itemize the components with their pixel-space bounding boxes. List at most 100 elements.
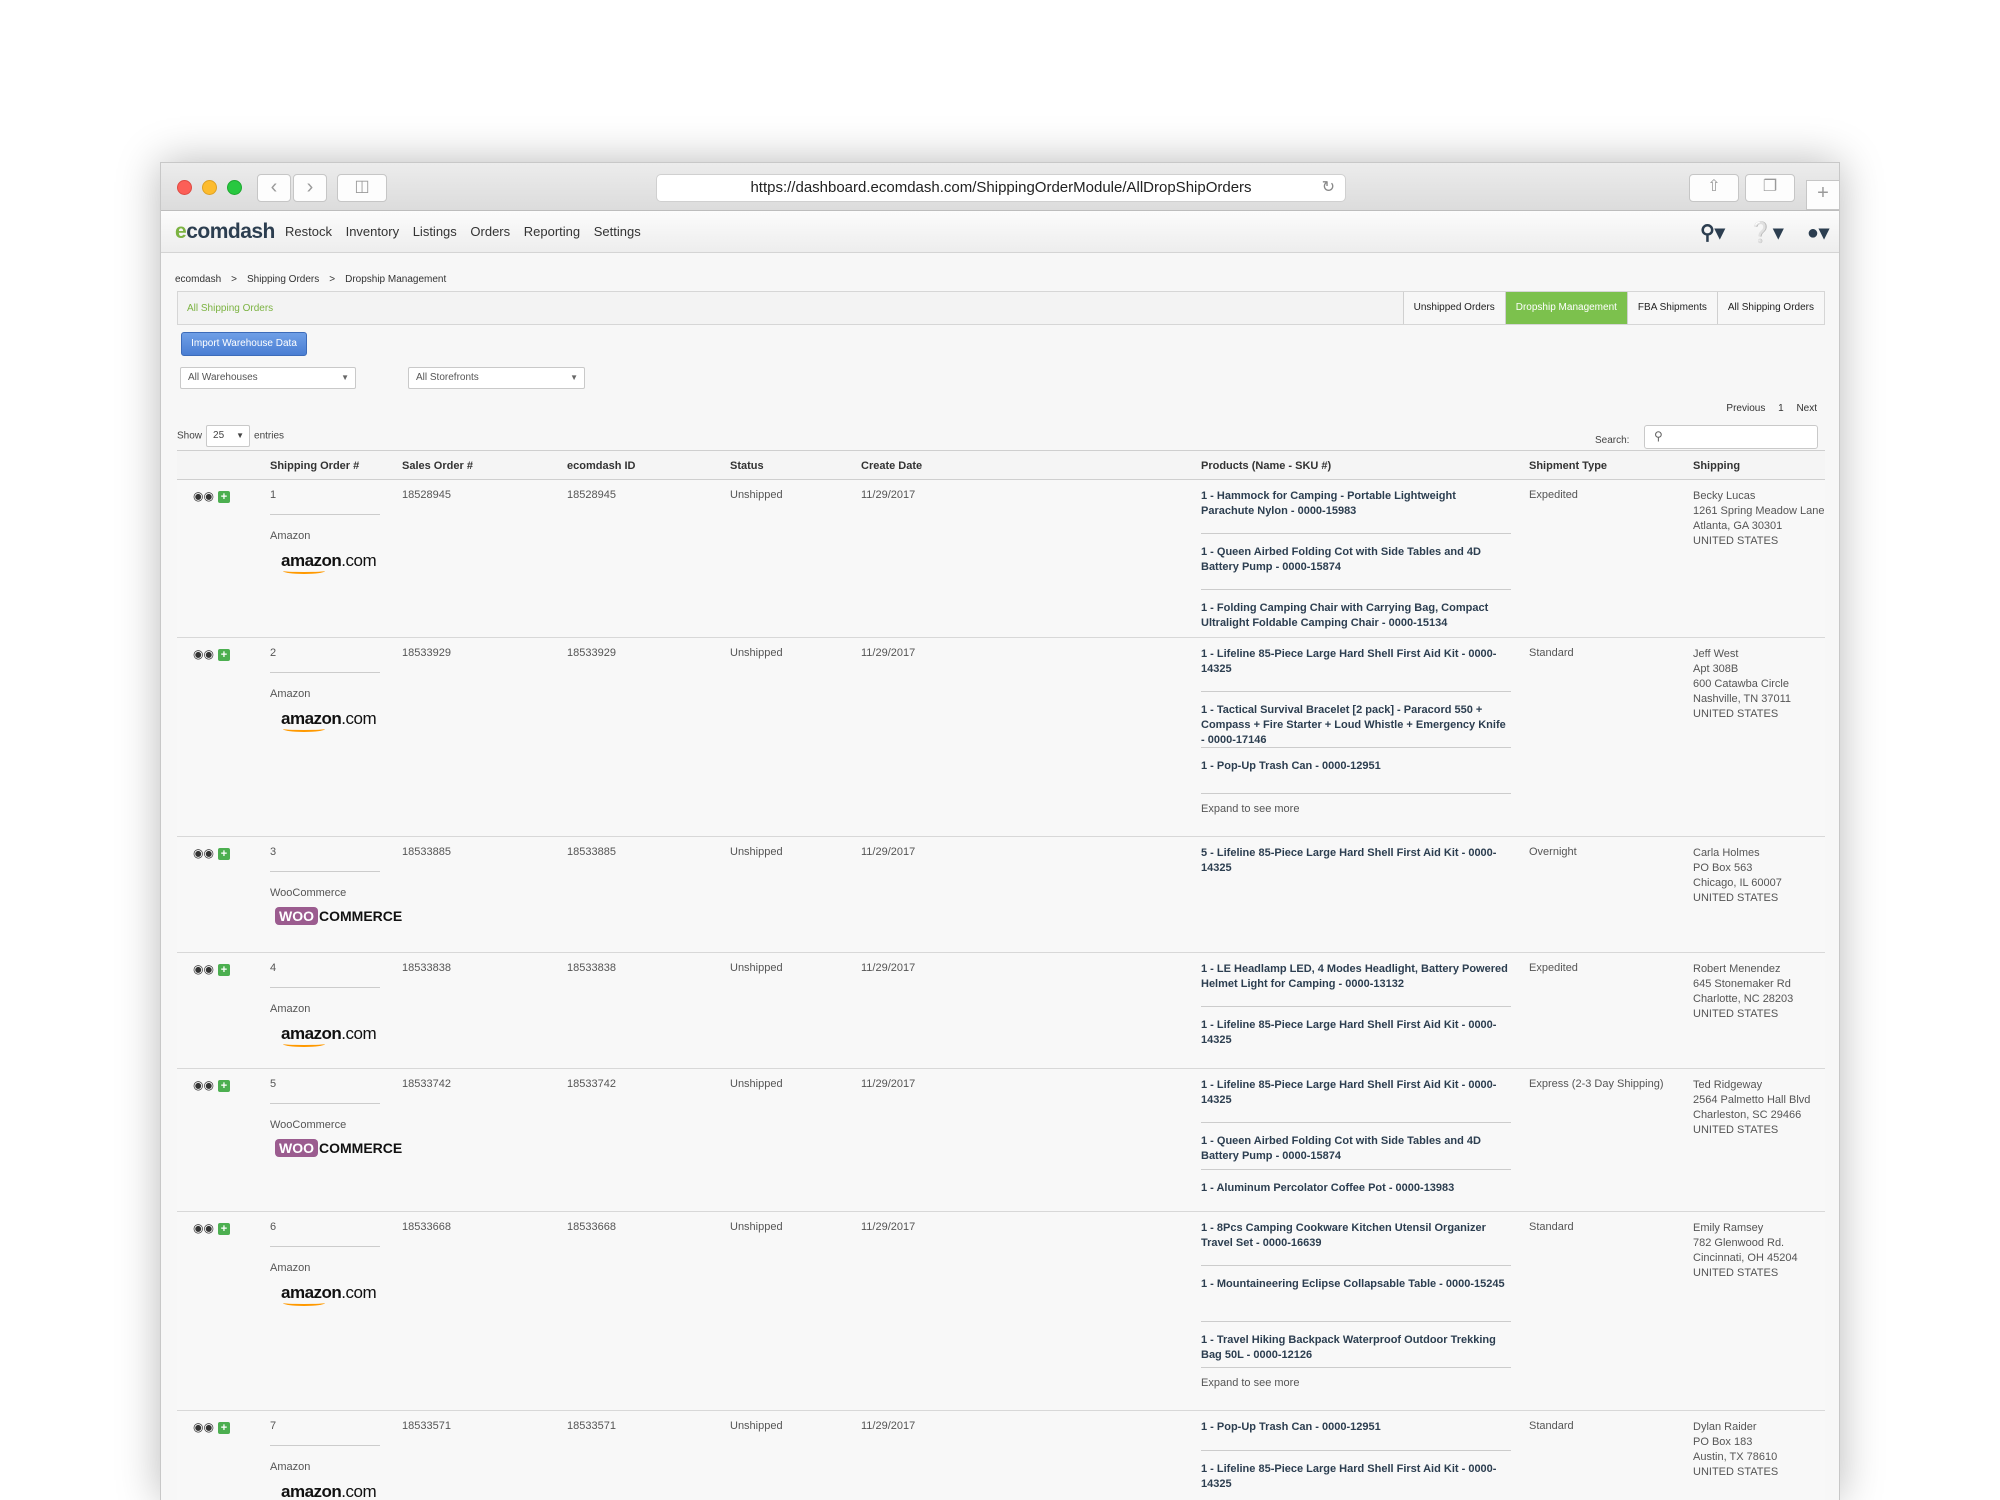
product-link[interactable]: 1 - Tactical Survival Bracelet [2 pack] … (1201, 703, 1511, 748)
back-icon[interactable]: ‹ (257, 174, 291, 202)
product-link[interactable]: 5 - Lifeline 85-Piece Large Hard Shell F… (1201, 846, 1511, 876)
address-line: 2564 Palmetto Hall Blvd (1693, 1094, 1811, 1106)
pager-previous[interactable]: Previous (1726, 403, 1765, 414)
product-link[interactable]: 1 - Mountaineering Eclipse Collapsable T… (1201, 1277, 1511, 1292)
tab-fba-shipments[interactable]: FBA Shipments (1626, 292, 1717, 324)
chevron-down-icon: ▼ (341, 373, 349, 382)
shipping-order-number[interactable]: 4 (270, 962, 276, 974)
storefront-name: WooCommerce (270, 887, 347, 899)
user-icon[interactable]: ●▾ (1807, 222, 1829, 244)
shipping-order-number[interactable]: 1 (270, 489, 276, 501)
plus-icon[interactable]: + (217, 1222, 230, 1235)
forward-icon[interactable]: › (293, 174, 327, 202)
product-link[interactable]: 1 - Lifeline 85-Piece Large Hard Shell F… (1201, 1462, 1511, 1492)
binoculars-icon[interactable]: ◉◉ (193, 647, 214, 661)
binoculars-icon[interactable]: ◉◉ (193, 846, 214, 860)
close-window-button[interactable] (177, 180, 192, 195)
pager-next[interactable]: Next (1796, 403, 1817, 414)
nav-inventory[interactable]: Inventory (346, 224, 399, 239)
warehouse-value: All Warehouses (188, 372, 258, 383)
col-products[interactable]: Products (Name - SKU #) (1201, 460, 1331, 472)
tab-all-shipping-orders[interactable]: All Shipping Orders (1716, 292, 1824, 324)
product-link[interactable]: 1 - Pop-Up Trash Can - 0000-12951 (1201, 1420, 1511, 1435)
binoculars-icon[interactable]: ◉◉ (193, 489, 214, 503)
product-link[interactable]: 1 - Hammock for Camping - Portable Light… (1201, 489, 1511, 519)
product-link[interactable]: 1 - Folding Camping Chair with Carrying … (1201, 601, 1511, 631)
search-icon[interactable]: ⚲▾ (1700, 222, 1725, 244)
new-tab-icon[interactable]: + (1806, 180, 1839, 210)
sidebar-icon[interactable]: ◫ (337, 174, 387, 202)
address-line: UNITED STATES (1693, 1124, 1779, 1136)
shipping-order-number[interactable]: 6 (270, 1221, 276, 1233)
binoculars-icon[interactable]: ◉◉ (193, 962, 214, 976)
product-link[interactable]: 1 - 8Pcs Camping Cookware Kitchen Utensi… (1201, 1221, 1511, 1251)
nav-restock[interactable]: Restock (285, 224, 332, 239)
binoculars-icon[interactable]: ◉◉ (193, 1221, 214, 1235)
col-shipping-order[interactable]: Shipping Order # (270, 460, 359, 472)
binoculars-icon[interactable]: ◉◉ (193, 1078, 214, 1092)
plus-icon[interactable]: + (217, 1421, 230, 1434)
row-actions: ◉◉ + (193, 962, 230, 976)
search-input[interactable]: ⚲ (1644, 425, 1818, 449)
logo-prefix: e (175, 220, 187, 243)
col-shipping[interactable]: Shipping (1693, 460, 1740, 472)
tab-dropship-management[interactable]: Dropship Management (1504, 292, 1627, 324)
product-link[interactable]: 1 - Aluminum Percolator Coffee Pot - 000… (1201, 1181, 1511, 1196)
expand-link[interactable]: Expand to see more (1201, 803, 1299, 815)
plus-icon[interactable]: + (217, 490, 230, 503)
product-link[interactable]: 1 - Lifeline 85-Piece Large Hard Shell F… (1201, 647, 1511, 677)
address-line: UNITED STATES (1693, 535, 1779, 547)
product-link[interactable]: 1 - LE Headlamp LED, 4 Modes Headlight, … (1201, 962, 1511, 992)
reload-icon[interactable]: ↻ (1322, 175, 1335, 201)
shipping-order-number[interactable]: 7 (270, 1420, 276, 1432)
plus-icon[interactable]: + (217, 1079, 230, 1092)
help-icon[interactable]: ❔▾ (1748, 222, 1783, 244)
divider (1201, 1006, 1511, 1007)
address-line: Ted Ridgeway (1693, 1079, 1763, 1091)
col-shipment-type[interactable]: Shipment Type (1529, 460, 1607, 472)
shipping-order-number[interactable]: 5 (270, 1078, 276, 1090)
product-link[interactable]: 1 - Queen Airbed Folding Cot with Side T… (1201, 545, 1511, 575)
address-line: 782 Glenwood Rd. (1693, 1237, 1785, 1249)
plus-icon[interactable]: + (217, 847, 230, 860)
col-status[interactable]: Status (730, 460, 764, 472)
product-link[interactable]: 1 - Queen Airbed Folding Cot with Side T… (1201, 1134, 1511, 1164)
import-warehouse-data-button[interactable]: Import Warehouse Data (181, 332, 307, 356)
breadcrumb-shipping-orders[interactable]: Shipping Orders (247, 274, 319, 285)
entries-select[interactable]: 25 ▼ (206, 425, 251, 447)
show-entries: Show 25 ▼ entries (177, 425, 284, 447)
nav-listings[interactable]: Listings (413, 224, 457, 239)
binoculars-icon[interactable]: ◉◉ (193, 1420, 214, 1434)
nav-orders[interactable]: Orders (470, 224, 510, 239)
sales-order-number: 18528945 (402, 489, 451, 501)
amazon-logo: amazon.com (281, 551, 377, 574)
plus-icon[interactable]: + (217, 648, 230, 661)
ecomdash-logo[interactable]: ecomdash (175, 220, 275, 244)
storefront-select[interactable]: All Storefronts ▼ (408, 367, 585, 389)
breadcrumb-ecomdash[interactable]: ecomdash (175, 274, 221, 285)
col-sales-order[interactable]: Sales Order # (402, 460, 473, 472)
col-ecomdash-id[interactable]: ecomdash ID (567, 460, 635, 472)
pager-page[interactable]: 1 (1778, 403, 1784, 414)
address-line: Chicago, IL 60007 (1693, 877, 1782, 889)
tab-unshipped-orders[interactable]: Unshipped Orders (1402, 292, 1505, 324)
shipping-order-number[interactable]: 3 (270, 846, 276, 858)
col-create-date[interactable]: Create Date (861, 460, 922, 472)
zoom-window-button[interactable] (227, 180, 242, 195)
warehouse-select[interactable]: All Warehouses ▼ (180, 367, 356, 389)
woocommerce-logo: WOO COMMERCE (275, 907, 402, 925)
product-link[interactable]: 1 - Travel Hiking Backpack Waterproof Ou… (1201, 1333, 1511, 1363)
expand-link[interactable]: Expand to see more (1201, 1377, 1299, 1389)
nav-settings[interactable]: Settings (594, 224, 641, 239)
minimize-window-button[interactable] (202, 180, 217, 195)
product-link[interactable]: 1 - Pop-Up Trash Can - 0000-12951 (1201, 759, 1511, 774)
product-link[interactable]: 1 - Lifeline 85-Piece Large Hard Shell F… (1201, 1018, 1511, 1048)
plus-icon[interactable]: + (217, 963, 230, 976)
shipping-order-number[interactable]: 2 (270, 647, 276, 659)
product-link[interactable]: 1 - Lifeline 85-Piece Large Hard Shell F… (1201, 1078, 1511, 1108)
table-row: ◉◉ +3 WooCommerce WOO COMMERCE 18533885 185338… (177, 837, 1825, 953)
tabs-overview-icon[interactable]: ❐ (1745, 174, 1795, 202)
nav-reporting[interactable]: Reporting (524, 224, 580, 239)
share-icon[interactable]: ⇧ (1689, 174, 1739, 202)
address-bar[interactable]: https://dashboard.ecomdash.com/ShippingO… (656, 174, 1346, 202)
